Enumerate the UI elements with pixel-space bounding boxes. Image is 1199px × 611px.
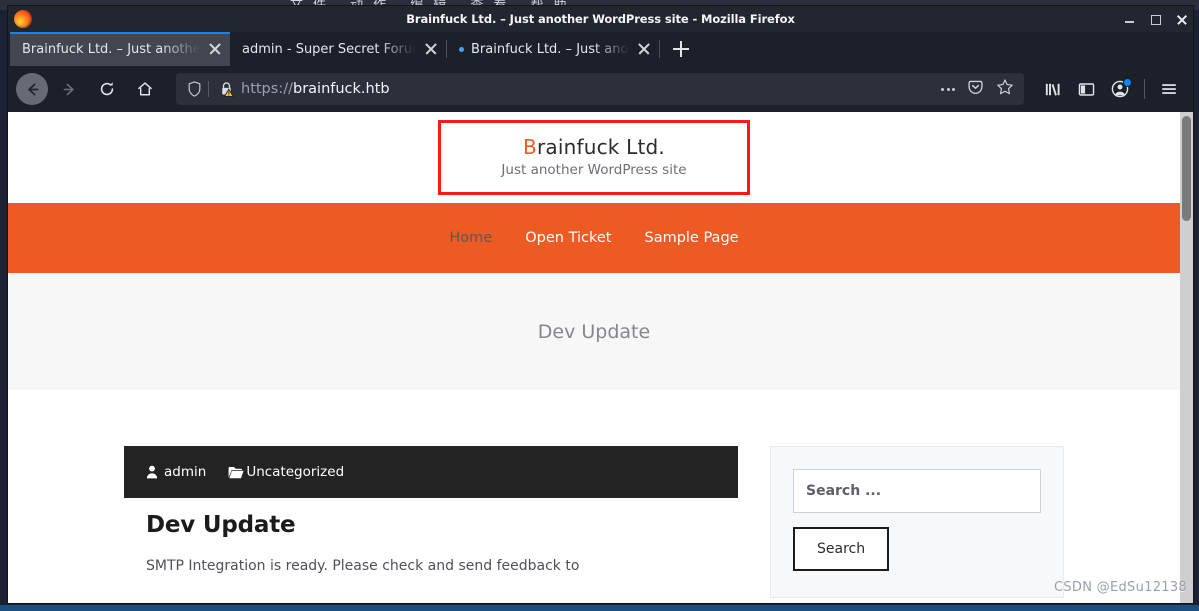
close-button[interactable] bbox=[1176, 14, 1187, 25]
web-page: Brainfuck Ltd. Just another WordPress si… bbox=[8, 112, 1180, 603]
maximize-button[interactable] bbox=[1150, 14, 1161, 25]
forward-button[interactable] bbox=[52, 72, 86, 106]
page-scrollbar[interactable] bbox=[1180, 112, 1193, 603]
urlbar-right-icons bbox=[941, 78, 1018, 100]
user-icon bbox=[146, 465, 158, 479]
page-body: admin Uncategorized Dev Update SMTP Inte… bbox=[8, 390, 1180, 598]
tab-activity-dot-icon bbox=[459, 46, 464, 52]
browser-viewport: Brainfuck Ltd. Just another WordPress si… bbox=[8, 112, 1193, 603]
url-bar[interactable]: https://brainfuck.htb bbox=[176, 73, 1024, 105]
folder-icon bbox=[228, 466, 244, 478]
search-input[interactable] bbox=[793, 469, 1041, 513]
site-title[interactable]: Brainfuck Ltd. bbox=[501, 135, 686, 159]
tab-strip: Brainfuck Ltd. – Just another WordPress … bbox=[8, 32, 1193, 66]
page-scrollbar-thumb[interactable] bbox=[1182, 116, 1191, 221]
tracking-protection-shield-icon[interactable] bbox=[182, 81, 206, 97]
post-body: Dev Update SMTP Integration is ready. Pl… bbox=[124, 498, 738, 578]
sidebar-column: Search bbox=[770, 446, 1064, 598]
hamburger-menu-icon[interactable] bbox=[1153, 73, 1185, 105]
primary-navigation: Home Open Ticket Sample Page bbox=[8, 203, 1180, 273]
reload-button[interactable] bbox=[90, 72, 124, 106]
tab-label: admin - Super Secret Forum bbox=[242, 41, 416, 57]
nav-item-open-ticket[interactable]: Open Ticket bbox=[517, 230, 619, 246]
post-author-name: admin bbox=[164, 464, 207, 480]
nav-item-sample-page[interactable]: Sample Page bbox=[636, 230, 746, 246]
tab-close-icon[interactable] bbox=[637, 42, 651, 56]
post-excerpt: SMTP Integration is ready. Please check … bbox=[146, 558, 580, 574]
site-header: Brainfuck Ltd. Just another WordPress si… bbox=[8, 112, 1180, 203]
search-button[interactable]: Search bbox=[793, 527, 890, 571]
site-title-rest: rainfuck Ltd. bbox=[536, 135, 665, 159]
tab-close-icon[interactable] bbox=[208, 42, 222, 56]
firefox-logo-icon bbox=[14, 10, 32, 28]
search-widget: Search bbox=[770, 446, 1064, 598]
toolbar-separator bbox=[1144, 79, 1145, 99]
tab-admin-super-secret-forum[interactable]: admin - Super Secret Forum bbox=[230, 32, 446, 66]
window-titlebar: Brainfuck Ltd. – Just another WordPress … bbox=[8, 6, 1193, 32]
post-meta-bar: admin Uncategorized bbox=[124, 446, 738, 498]
url-text[interactable]: https://brainfuck.htb bbox=[241, 81, 390, 97]
page-banner-title: Dev Update bbox=[537, 320, 651, 343]
toolbar-right-buttons bbox=[1032, 73, 1185, 105]
tab-brainfuck-wordpress[interactable]: Brainfuck Ltd. – Just another WordPress … bbox=[10, 32, 230, 66]
tab-brainfuck-wordpress-2[interactable]: Brainfuck Ltd. – Just another WordPress … bbox=[447, 32, 659, 66]
nav-item-home[interactable]: Home bbox=[441, 230, 500, 246]
window-title: Brainfuck Ltd. – Just another WordPress … bbox=[406, 12, 795, 26]
page-banner: Dev Update bbox=[8, 273, 1180, 390]
tab-separator bbox=[659, 40, 660, 58]
navigation-toolbar: https://brainfuck.htb bbox=[8, 66, 1193, 112]
url-scheme: https:// bbox=[241, 81, 293, 97]
post-category-name: Uncategorized bbox=[246, 464, 345, 480]
post-title[interactable]: Dev Update bbox=[146, 512, 716, 538]
post-category[interactable]: Uncategorized bbox=[228, 464, 344, 480]
site-branding-highlight-box: Brainfuck Ltd. Just another WordPress si… bbox=[438, 120, 750, 195]
tab-label: Brainfuck Ltd. – Just another WordPress … bbox=[22, 41, 200, 57]
sidebar-toggle-icon[interactable] bbox=[1070, 73, 1102, 105]
site-tagline: Just another WordPress site bbox=[501, 162, 687, 178]
page-actions-icon[interactable] bbox=[941, 87, 955, 91]
home-button[interactable] bbox=[128, 72, 162, 106]
new-tab-button[interactable] bbox=[666, 34, 696, 64]
insecure-lock-warning-icon[interactable] bbox=[215, 81, 237, 97]
window-controls bbox=[1124, 6, 1187, 32]
account-notification-badge bbox=[1123, 78, 1132, 87]
desktop-taskbar[interactable] bbox=[0, 605, 1199, 611]
bookmark-star-icon[interactable] bbox=[996, 78, 1014, 100]
account-icon[interactable] bbox=[1104, 73, 1136, 105]
post-column: admin Uncategorized Dev Update SMTP Inte… bbox=[124, 446, 738, 598]
site-title-initial: B bbox=[523, 135, 537, 159]
tab-close-icon[interactable] bbox=[424, 42, 438, 56]
minimize-button[interactable] bbox=[1124, 14, 1135, 25]
screen: 文件 动作 编辑 查看 帮助 Brainfuck Ltd. – Just ano… bbox=[0, 0, 1199, 611]
tab-label: Brainfuck Ltd. – Just another WordPress … bbox=[471, 41, 629, 57]
urlbar-divider bbox=[208, 81, 209, 97]
url-host: brainfuck.htb bbox=[292, 81, 390, 97]
watermark: CSDN @EdSu12138 bbox=[1053, 580, 1187, 595]
library-icon[interactable] bbox=[1036, 73, 1068, 105]
firefox-window: Brainfuck Ltd. – Just another WordPress … bbox=[8, 6, 1193, 603]
pocket-save-icon[interactable] bbox=[967, 79, 984, 100]
back-button[interactable] bbox=[16, 73, 48, 105]
post-author[interactable]: admin bbox=[146, 464, 206, 480]
